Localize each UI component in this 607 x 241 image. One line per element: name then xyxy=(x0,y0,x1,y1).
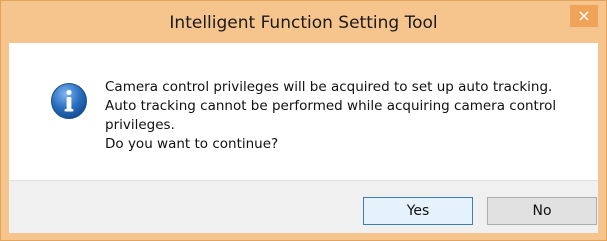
message-line: Do you want to continue? xyxy=(105,136,279,152)
close-button[interactable]: × xyxy=(570,5,598,27)
message-line: privileges. xyxy=(105,117,175,133)
message-line: Camera control privileges will be acquir… xyxy=(105,79,553,95)
yes-button[interactable]: Yes xyxy=(363,197,473,225)
close-icon[interactable]: × xyxy=(577,6,590,25)
dialog-window: Intelligent Function Setting Tool × Came… xyxy=(0,0,607,241)
no-button[interactable]: No xyxy=(487,197,597,225)
info-icon xyxy=(51,83,87,119)
button-bar: Yes No xyxy=(9,180,598,233)
window-title: Intelligent Function Setting Tool xyxy=(169,13,438,33)
dialog-content: Camera control privileges will be acquir… xyxy=(9,43,598,233)
dialog-message: Camera control privileges will be acquir… xyxy=(105,78,585,154)
message-line: Auto tracking cannot be performed while … xyxy=(105,98,557,114)
title-bar[interactable]: Intelligent Function Setting Tool × xyxy=(1,1,606,43)
